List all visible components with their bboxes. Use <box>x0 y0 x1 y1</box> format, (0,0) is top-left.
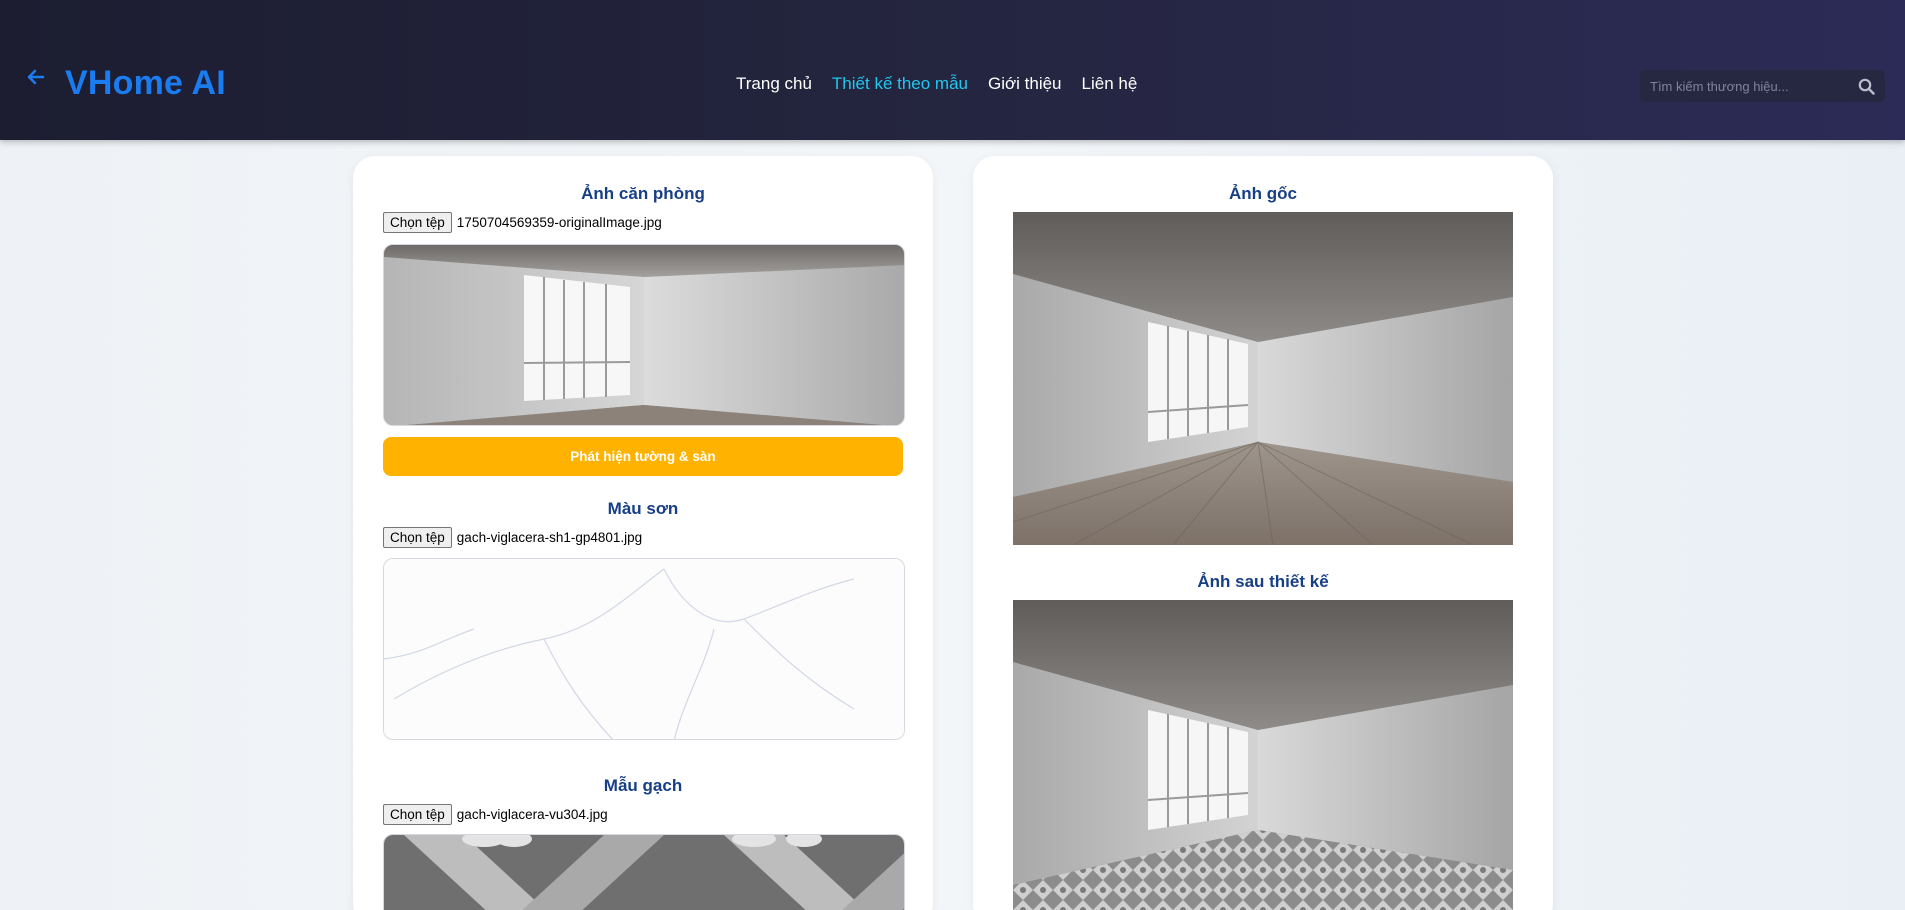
search-input[interactable] <box>1650 70 1850 102</box>
room-file-name: 1750704569359-originalImage.jpg <box>456 215 662 230</box>
top-header: VHome AI Trang chủ Thiết kế theo mẫu Giớ… <box>0 0 1905 140</box>
tile-choose-file-button[interactable]: Chọn tệp <box>383 804 452 825</box>
input-panel: Ảnh căn phòng Chọn tệp 1750704569359-ori… <box>353 156 933 910</box>
paint-choose-file-button[interactable]: Chọn tệp <box>383 527 452 548</box>
main-nav: Trang chủ Thiết kế theo mẫu Giới thiệu L… <box>736 74 1157 94</box>
original-image-title: Ảnh gốc <box>1229 184 1297 203</box>
tile-preview-image <box>383 834 905 910</box>
detect-walls-floor-button[interactable]: Phát hiện tường & sàn <box>383 437 903 476</box>
paint-file-name: gach-viglacera-sh1-gp4801.jpg <box>456 530 643 545</box>
room-file-picker: Chọn tệp 1750704569359-originalImage.jpg <box>383 212 662 233</box>
designed-image-title: Ảnh sau thiết kế <box>1197 572 1329 591</box>
brand-logo[interactable]: VHome AI <box>65 64 226 103</box>
search-box <box>1640 70 1885 102</box>
tile-pattern-title: Mẫu gạch <box>603 776 683 795</box>
designed-room-image <box>1013 600 1513 910</box>
tile-file-picker: Chọn tệp gach-viglacera-vu304.jpg <box>383 804 608 825</box>
room-preview-image <box>383 244 905 426</box>
paint-preview-image <box>383 558 905 740</box>
original-room-image <box>1012 212 1513 546</box>
nav-contact[interactable]: Liên hệ <box>1082 74 1138 94</box>
search-icon[interactable] <box>1858 78 1875 95</box>
paint-color-title: Màu sơn <box>607 499 679 518</box>
nav-about[interactable]: Giới thiệu <box>988 74 1062 94</box>
arrow-left-icon[interactable] <box>24 66 46 88</box>
room-image-title: Ảnh căn phòng <box>581 184 705 203</box>
nav-design-by-template[interactable]: Thiết kế theo mẫu <box>832 74 968 94</box>
result-panel: Ảnh gốc Ảnh sau thiết kế <box>973 156 1553 910</box>
room-choose-file-button[interactable]: Chọn tệp <box>383 212 452 233</box>
tile-file-name: gach-viglacera-vu304.jpg <box>456 807 608 822</box>
nav-home[interactable]: Trang chủ <box>736 74 812 94</box>
paint-file-picker: Chọn tệp gach-viglacera-sh1-gp4801.jpg <box>383 527 642 548</box>
